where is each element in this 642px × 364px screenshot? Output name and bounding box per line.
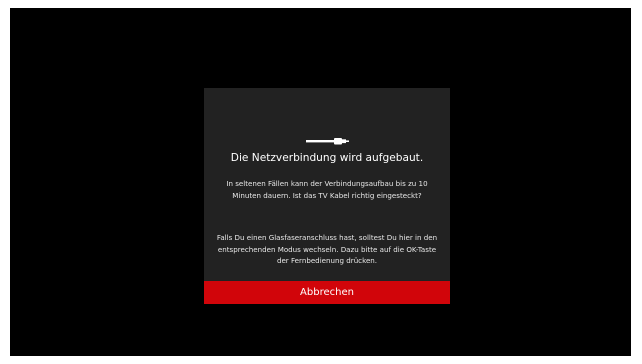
- cancel-button[interactable]: Abbrechen: [204, 281, 450, 304]
- tv-screen: Die Netzverbindung wird aufgebaut. In se…: [10, 8, 631, 356]
- network-cable-icon: [306, 138, 349, 145]
- dialog-title: Die Netzverbindung wird aufgebaut.: [230, 152, 424, 164]
- dialog-message-fiber: Falls Du einen Glasfaseranschluss hast, …: [216, 233, 438, 265]
- connection-dialog: Die Netzverbindung wird aufgebaut. In se…: [204, 88, 450, 304]
- dialog-message-cable: In seltenen Fällen kann der Verbindungsa…: [226, 179, 428, 200]
